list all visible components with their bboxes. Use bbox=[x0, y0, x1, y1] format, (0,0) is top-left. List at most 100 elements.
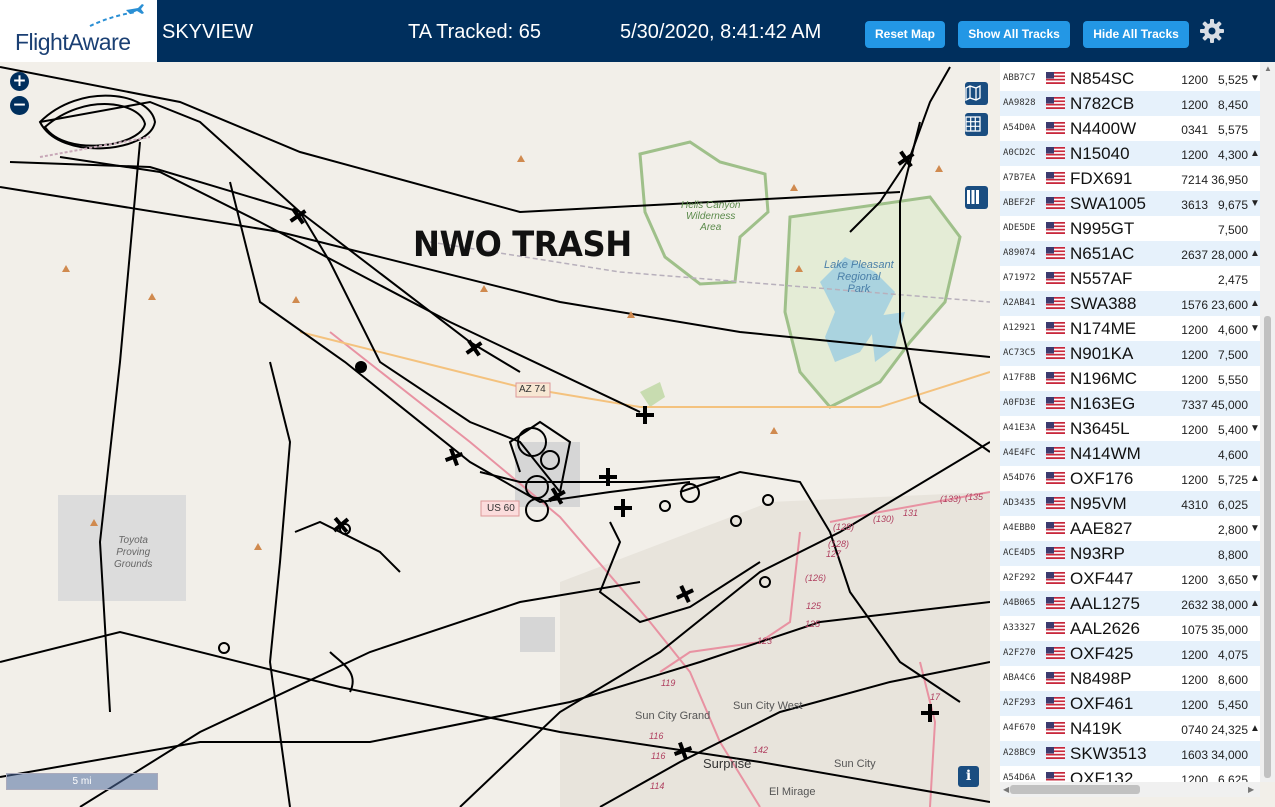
road-number-label: 17 bbox=[930, 692, 941, 702]
road-number-label: 116 bbox=[651, 751, 666, 761]
aircraft-row[interactable]: ADE5DE N995GT 7,500 bbox=[1000, 216, 1260, 241]
column-toggle-button[interactable] bbox=[965, 186, 988, 209]
us-flag-icon bbox=[1046, 772, 1065, 782]
aircraft-row[interactable]: A4B065 AAL1275 2632 38,000 ▲ bbox=[1000, 591, 1260, 616]
aircraft-ident: SKW3513 bbox=[1070, 744, 1147, 763]
aircraft-list[interactable]: ABB7C7 N854SC 1200 5,525 ▼ AA9828 N782CB 1200 8,… bbox=[1000, 62, 1260, 782]
aircraft-row[interactable]: A2F270 OXF425 1200 4,075 bbox=[1000, 641, 1260, 666]
map-layers-button[interactable] bbox=[965, 82, 988, 105]
aircraft-row[interactable]: A12921 N174ME 1200 4,600 ▼ bbox=[1000, 316, 1260, 341]
aircraft-squawk: 0740 bbox=[1181, 723, 1208, 737]
aircraft-hex-code: A33327 bbox=[1003, 623, 1036, 633]
aircraft-ident: N163EG bbox=[1070, 394, 1136, 413]
scroll-up-arrow-icon[interactable]: ▲ bbox=[1264, 64, 1272, 73]
aircraft-row[interactable]: ACE4D5 N93RP 8,800 bbox=[1000, 541, 1260, 566]
us-flag-icon bbox=[1046, 222, 1065, 234]
road-number-label: (130) bbox=[873, 514, 895, 524]
scroll-right-arrow-icon[interactable]: ▶ bbox=[1248, 785, 1254, 794]
aircraft-row[interactable]: ABEF2F SWA1005 3613 9,675 ▼ bbox=[1000, 191, 1260, 216]
gear-icon[interactable] bbox=[1199, 18, 1225, 44]
grid-icon bbox=[965, 116, 981, 132]
aircraft-row[interactable]: A89074 N651AC 2637 28,000 ▲ bbox=[1000, 241, 1260, 266]
aircraft-row[interactable]: A4EBB0 AAE827 2,800 ▼ bbox=[1000, 516, 1260, 541]
aircraft-row[interactable]: A28BC9 SKW3513 1603 34,000 bbox=[1000, 741, 1260, 766]
aircraft-row[interactable]: A54D0A N4400W 0341 5,575 bbox=[1000, 116, 1260, 141]
panel-divider bbox=[990, 62, 1000, 807]
aircraft-row[interactable]: AA9828 N782CB 1200 8,450 bbox=[1000, 91, 1260, 116]
us-flag-icon bbox=[1046, 272, 1065, 284]
list-horizontal-scroll-thumb[interactable] bbox=[1010, 785, 1140, 794]
flightaware-logo[interactable]: FlightAware bbox=[0, 0, 157, 62]
sun-city-label: Sun City bbox=[834, 758, 876, 770]
road-number-label: 114 bbox=[650, 781, 665, 791]
us-flag-icon bbox=[1046, 472, 1065, 484]
grid-toggle-button[interactable] bbox=[965, 113, 988, 136]
zoom-out-button[interactable]: − bbox=[10, 96, 29, 115]
road-number-label: (133) bbox=[940, 494, 962, 504]
aircraft-row[interactable]: A41E3A N3645L 1200 5,400 ▼ bbox=[1000, 416, 1260, 441]
us60-shield-label: US 60 bbox=[487, 503, 515, 514]
aircraft-squawk: 1200 bbox=[1181, 473, 1208, 487]
aircraft-ident: N414WM bbox=[1070, 444, 1141, 463]
reset-map-button[interactable]: Reset Map bbox=[865, 21, 945, 48]
green-area bbox=[640, 382, 665, 407]
aircraft-squawk: 1200 bbox=[1181, 698, 1208, 712]
aircraft-row[interactable]: A4F670 N419K 0740 24,325 ▲ bbox=[1000, 716, 1260, 741]
info-button[interactable]: i bbox=[958, 766, 979, 787]
us-flag-icon bbox=[1046, 297, 1065, 309]
us-flag-icon bbox=[1046, 697, 1065, 709]
list-scroll-thumb[interactable] bbox=[1264, 316, 1271, 778]
us-flag-icon bbox=[1046, 522, 1065, 534]
aircraft-squawk: 1603 bbox=[1181, 748, 1208, 762]
aircraft-altitude: 8,800 bbox=[1217, 548, 1248, 562]
aircraft-row[interactable]: ABA4C6 N8498P 1200 8,600 bbox=[1000, 666, 1260, 691]
aircraft-row[interactable]: A2AB41 SWA388 1576 23,600 ▲ bbox=[1000, 291, 1260, 316]
aircraft-row[interactable]: A0FD3E N163EG 7337 45,000 bbox=[1000, 391, 1260, 416]
aircraft-ident: OXF176 bbox=[1070, 469, 1134, 488]
aircraft-squawk: 1200 bbox=[1181, 98, 1208, 112]
aircraft-hex-code: AA9828 bbox=[1003, 98, 1036, 108]
aircraft-row[interactable]: A2F293 OXF461 1200 5,450 bbox=[1000, 691, 1260, 716]
aircraft-row[interactable]: A7B7EA FDX691 7214 36,950 bbox=[1000, 166, 1260, 191]
az74-shield-label: AZ 74 bbox=[519, 384, 546, 395]
scroll-left-arrow-icon[interactable]: ◀ bbox=[1003, 785, 1009, 794]
us-flag-icon bbox=[1046, 747, 1065, 759]
aircraft-row[interactable]: A2F292 OXF447 1200 3,650 ▼ bbox=[1000, 566, 1260, 591]
hide-all-tracks-button[interactable]: Hide All Tracks bbox=[1083, 21, 1189, 48]
aircraft-squawk: 1200 bbox=[1181, 148, 1208, 162]
aircraft-row[interactable]: A4E4FC N414WM 4,600 bbox=[1000, 441, 1260, 466]
aircraft-row[interactable]: A17F8B N196MC 1200 5,550 bbox=[1000, 366, 1260, 391]
aircraft-altitude: 6,025 bbox=[1217, 498, 1248, 512]
aircraft-row[interactable]: A54D6A OXF132 1200 6,625 bbox=[1000, 766, 1260, 782]
scale-label: 5 mi bbox=[72, 776, 92, 787]
aircraft-ident: SWA1005 bbox=[1070, 194, 1146, 213]
us-flag-icon bbox=[1046, 97, 1065, 109]
aircraft-row[interactable]: A0CD2C N15040 1200 4,300 ▲ bbox=[1000, 141, 1260, 166]
aircraft-row[interactable]: AC73C5 N901KA 1200 7,500 bbox=[1000, 341, 1260, 366]
aircraft-ident: SWA388 bbox=[1070, 294, 1137, 313]
aircraft-altitude: 6,625 bbox=[1217, 773, 1248, 782]
aircraft-row[interactable]: AD3435 N95VM 4310 6,025 bbox=[1000, 491, 1260, 516]
aircraft-altitude: 5,450 bbox=[1217, 698, 1248, 712]
aircraft-ident: OXF447 bbox=[1070, 569, 1134, 588]
top-bar: FlightAware SKYVIEW TA Tracked: 65 5/30/… bbox=[0, 0, 1275, 62]
aircraft-row[interactable]: A71972 N557AF 2,475 bbox=[1000, 266, 1260, 291]
aircraft-row[interactable]: ABB7C7 N854SC 1200 5,525 ▼ bbox=[1000, 66, 1260, 91]
us-flag-icon bbox=[1046, 672, 1065, 684]
aircraft-hex-code: A2F270 bbox=[1003, 648, 1036, 658]
show-all-tracks-button[interactable]: Show All Tracks bbox=[958, 21, 1070, 48]
aircraft-row[interactable]: A54D76 OXF176 1200 5,725 ▲ bbox=[1000, 466, 1260, 491]
us-flag-icon bbox=[1046, 547, 1065, 559]
aircraft-icon bbox=[332, 516, 350, 534]
zoom-in-button[interactable]: + bbox=[10, 72, 29, 91]
map-view[interactable]: AZ 74 US 60 Hells Canyon Wilderness Area L… bbox=[0, 62, 990, 807]
road-number-label: 119 bbox=[661, 678, 676, 688]
aircraft-squawk: 2637 bbox=[1181, 248, 1208, 262]
aircraft-squawk: 1200 bbox=[1181, 373, 1208, 387]
aircraft-ident: N557AF bbox=[1070, 269, 1133, 288]
aircraft-altitude: 4,600 bbox=[1217, 323, 1248, 337]
aircraft-icon bbox=[636, 406, 654, 424]
aircraft-row[interactable]: A33327 AAL2626 1075 35,000 bbox=[1000, 616, 1260, 641]
aircraft-squawk: 7214 bbox=[1181, 173, 1208, 187]
aircraft-squawk: 7337 bbox=[1181, 398, 1208, 412]
